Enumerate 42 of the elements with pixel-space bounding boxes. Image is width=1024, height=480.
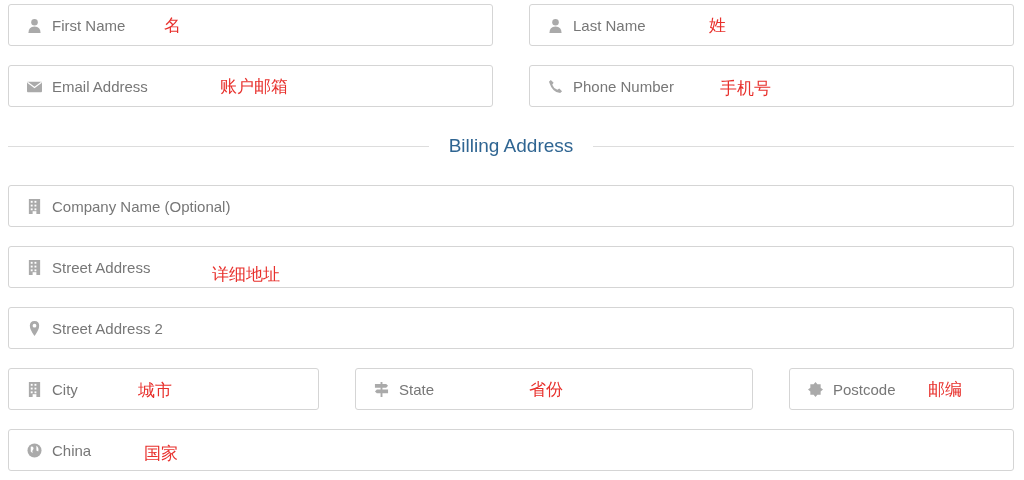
- section-title: Billing Address: [448, 135, 574, 157]
- signpost-icon: [374, 381, 389, 397]
- placeholder-text: Postcode: [833, 380, 897, 398]
- input-field[interactable]: Phone Number 手机号: [529, 65, 1014, 107]
- person-icon: [27, 17, 42, 33]
- annotation: 手机号: [720, 76, 771, 100]
- phone-icon: [548, 78, 563, 94]
- annotation: 名: [164, 13, 181, 37]
- annotation: 账户邮箱: [220, 74, 288, 98]
- placeholder-text: Company Name (Optional): [52, 197, 231, 215]
- pin-icon: [27, 320, 42, 336]
- input-field[interactable]: Email Address 账户邮箱: [8, 65, 493, 107]
- building-icon: [27, 198, 42, 214]
- annotation: 姓: [709, 13, 726, 37]
- annotation: 邮编: [928, 377, 962, 401]
- placeholder-text: Street Address: [52, 258, 152, 276]
- input-field[interactable]: City 城市: [8, 368, 319, 410]
- building-icon: [27, 259, 42, 275]
- annotation: 省份: [529, 377, 563, 401]
- placeholder-text: City: [52, 380, 79, 398]
- input-field[interactable]: State 省份: [355, 368, 753, 410]
- annotation: 城市: [138, 378, 172, 402]
- input-field[interactable]: Company Name (Optional): [8, 185, 1014, 227]
- input-field[interactable]: China 国家: [8, 429, 1014, 471]
- placeholder-text: China: [52, 441, 93, 459]
- input-field[interactable]: First Name 名: [8, 4, 493, 46]
- placeholder-text: Email Address: [52, 77, 149, 95]
- placeholder-text: Last Name: [573, 16, 647, 34]
- globe-icon: [27, 442, 42, 458]
- placeholder-text: Street Address 2: [52, 319, 163, 337]
- placeholder-text: First Name: [52, 16, 127, 34]
- placeholder-text: State: [399, 380, 436, 398]
- input-field[interactable]: Postcode 邮编: [789, 368, 1014, 410]
- badge-icon: [808, 381, 823, 397]
- input-field[interactable]: Street Address 详细地址: [8, 246, 1014, 288]
- input-field[interactable]: Street Address 2: [8, 307, 1014, 349]
- placeholder-text: Phone Number: [573, 77, 675, 95]
- input-field[interactable]: Last Name 姓: [529, 4, 1014, 46]
- person-icon: [548, 17, 563, 33]
- annotation: 国家: [144, 441, 178, 465]
- building-icon: [27, 381, 42, 397]
- annotation: 详细地址: [212, 262, 280, 286]
